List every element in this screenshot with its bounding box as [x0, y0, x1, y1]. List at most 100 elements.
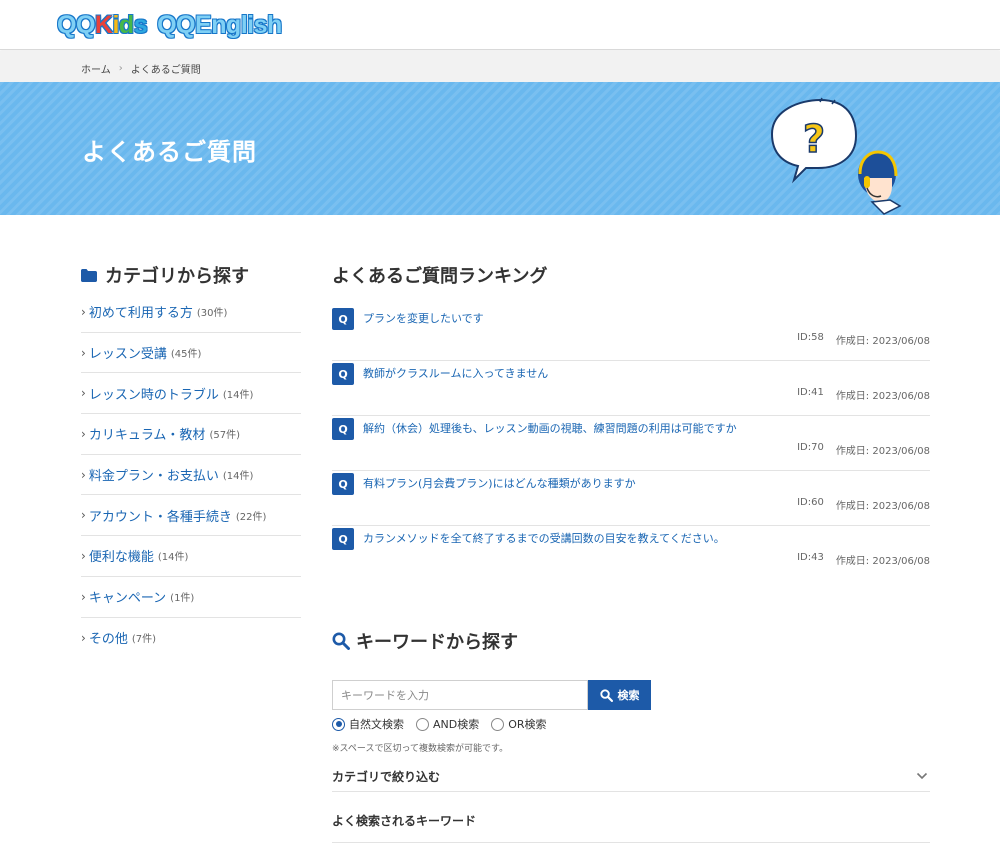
faq-question-link[interactable]: プランを変更したいです	[363, 310, 484, 326]
faq-item: Q 有料プラン(月会費プラン)にはどんな種類がありますか ID:60 作成日: 2…	[332, 471, 930, 526]
logo-qq-2: QQ	[156, 10, 196, 40]
faq-date: 作成日: 2023/06/08	[835, 391, 930, 402]
faq-id: ID:60	[797, 497, 824, 508]
keyword-search-section: キーワードから探す 検索 自然文検索 AND検索 OR検索 ※スペースで区切って…	[332, 624, 930, 843]
category-count: (14件)	[222, 471, 254, 483]
category-count: (14件)	[157, 552, 189, 564]
faq-id: ID:70	[797, 442, 824, 453]
category-count: (30件)	[196, 308, 228, 320]
chevron-right-icon: ›	[81, 467, 86, 482]
category-label: カリキュラム・教材	[88, 428, 206, 444]
category-count: (7件)	[131, 634, 156, 646]
chevron-right-icon: ›	[81, 426, 86, 441]
category-label: アカウント・各種手続き	[88, 509, 232, 525]
q-badge-icon: Q	[332, 418, 354, 440]
faq-date: 作成日: 2023/06/08	[835, 446, 930, 457]
chevron-right-icon: ›	[81, 386, 86, 401]
chevron-right-icon: ›	[81, 630, 86, 645]
faq-meta: ID:70 作成日: 2023/06/08	[797, 442, 930, 457]
category-item-campaign[interactable]: › キャンペーン (1件)	[81, 577, 301, 618]
breadcrumb-current: よくあるご質問	[130, 65, 201, 76]
category-count: (14件)	[222, 389, 254, 401]
search-note: ※スペースで区切って複数検索が可能です。	[332, 744, 509, 754]
category-filter-label: カテゴリで絞り込む	[332, 769, 441, 784]
category-label: 料金プラン・お支払い	[88, 469, 219, 485]
faq-id: ID:43	[797, 552, 824, 563]
q-badge-icon: Q	[332, 528, 354, 550]
faq-item: Q カランメソッドを全て終了するまでの受講回数の目安を教えてください。 ID:4…	[332, 526, 930, 581]
search-button[interactable]: 検索	[588, 680, 651, 710]
category-item-account[interactable]: › アカウント・各種手続き (22件)	[81, 495, 301, 537]
faq-question-link[interactable]: カランメソッドを全て終了するまでの受講回数の目安を教えてください。	[363, 530, 725, 546]
popular-keywords-heading: よく検索されるキーワード	[332, 812, 930, 843]
chevron-right-icon: ›	[81, 589, 86, 604]
category-list: › 初めて利用する方 (30件) › レッスン受講 (45件) › レッスン時のトラブル(…	[81, 292, 301, 658]
radio-label: AND検索	[433, 718, 480, 731]
faq-item: Q 解約（休会）処理後も、レッスン動画の視聴、練習問題の利用は可能ですか ID:…	[332, 416, 930, 471]
page-title: よくあるご質問	[82, 138, 257, 166]
site-header: QQ Ki d s QQ English	[0, 0, 1000, 50]
faq-question-link[interactable]: 解約（休会）処理後も、レッスン動画の視聴、練習問題の利用は可能ですか	[363, 420, 737, 436]
faq-item: Q プランを変更したいです ID:58 作成日: 2023/06/08	[332, 306, 930, 361]
category-label: レッスン受講	[88, 347, 167, 363]
keyword-heading-text: キーワードから探す	[356, 632, 518, 653]
category-heading: カテゴリから探す	[81, 258, 301, 292]
keyword-heading: キーワードから探す	[332, 624, 930, 658]
category-count: (45件)	[170, 349, 202, 361]
search-button-icon	[599, 688, 613, 702]
q-badge-icon: Q	[332, 473, 354, 495]
radio-unchecked-icon	[416, 717, 429, 731]
keyword-search-input[interactable]	[332, 680, 588, 710]
category-label: レッスン時のトラブル	[88, 387, 219, 403]
faq-date: 作成日: 2023/06/08	[835, 336, 930, 347]
category-label: 便利な機能	[88, 550, 154, 566]
logo-qq-1: QQ	[56, 10, 96, 40]
chevron-down-icon	[916, 772, 928, 780]
category-label: その他	[88, 632, 128, 648]
category-filter-toggle[interactable]: カテゴリで絞り込む	[332, 761, 930, 792]
ranking-heading: よくあるご質問ランキング	[332, 266, 548, 287]
faq-meta: ID:41 作成日: 2023/06/08	[797, 387, 930, 402]
faq-meta: ID:58 作成日: 2023/06/08	[797, 332, 930, 347]
faq-item: Q 教師がクラスルームに入ってきません ID:41 作成日: 2023/06/08	[332, 361, 930, 416]
search-bar: 検索	[332, 680, 651, 710]
radio-checked-icon	[332, 717, 345, 731]
category-item-curriculum[interactable]: › カリキュラム・教材 (57件)	[81, 414, 301, 455]
search-button-label: 検索	[617, 689, 640, 702]
category-count: (22件)	[235, 511, 267, 523]
chevron-right-icon: ›	[81, 304, 86, 319]
category-item-trouble[interactable]: › レッスン時のトラブル (14件)	[81, 373, 301, 415]
support-operator-illustration: ?	[770, 97, 902, 215]
radio-or-search[interactable]: OR検索	[491, 716, 547, 732]
main-content: よくあるご質問ランキング Q プランを変更したいです ID:58 作成日: 202…	[332, 258, 930, 843]
faq-date: 作成日: 2023/06/08	[835, 501, 930, 512]
question-mark-glyph: ?	[803, 117, 825, 161]
ranking-list: Q プランを変更したいです ID:58 作成日: 2023/06/08 Q 教師が…	[332, 306, 930, 581]
faq-meta: ID:60 作成日: 2023/06/08	[797, 497, 930, 512]
category-item-other[interactable]: › その他 (7件)	[81, 618, 301, 659]
faq-date: 作成日: 2023/06/08	[835, 556, 930, 567]
faq-id: ID:41	[797, 387, 824, 398]
faq-question-link[interactable]: 有料プラン(月会費プラン)にはどんな種類がありますか	[363, 475, 636, 491]
radio-unchecked-icon	[491, 717, 505, 731]
category-item-pricing[interactable]: › 料金プラン・お支払い (14件)	[81, 455, 301, 496]
chevron-right-icon: ›	[81, 345, 86, 360]
category-item-features[interactable]: › 便利な機能 (14件)	[81, 536, 301, 577]
category-sidebar: カテゴリから探す › 初めて利用する方 (30件) › レッスン受講 (45件) › レッ…	[81, 258, 301, 658]
site-logo[interactable]: QQ Ki d s QQ English	[56, 9, 283, 41]
chevron-right-icon: ›	[81, 508, 86, 523]
logo-english: English	[194, 10, 283, 40]
radio-natural-search[interactable]: 自然文検索	[332, 716, 404, 732]
category-item-lesson[interactable]: › レッスン受講 (45件)	[81, 333, 301, 374]
q-badge-icon: Q	[332, 308, 354, 330]
category-heading-text: カテゴリから探す	[105, 266, 249, 287]
category-item-first-time[interactable]: › 初めて利用する方 (30件)	[81, 292, 301, 333]
category-count: (1件)	[170, 593, 195, 605]
search-icon	[332, 632, 350, 650]
radio-label: 自然文検索	[349, 718, 404, 731]
radio-and-search[interactable]: AND検索	[416, 716, 479, 732]
logo-kids-k: K	[94, 10, 114, 40]
faq-question-link[interactable]: 教師がクラスルームに入ってきません	[363, 365, 548, 381]
breadcrumb-home-link[interactable]: ホーム	[81, 61, 111, 76]
faq-meta: ID:43 作成日: 2023/06/08	[797, 552, 930, 567]
